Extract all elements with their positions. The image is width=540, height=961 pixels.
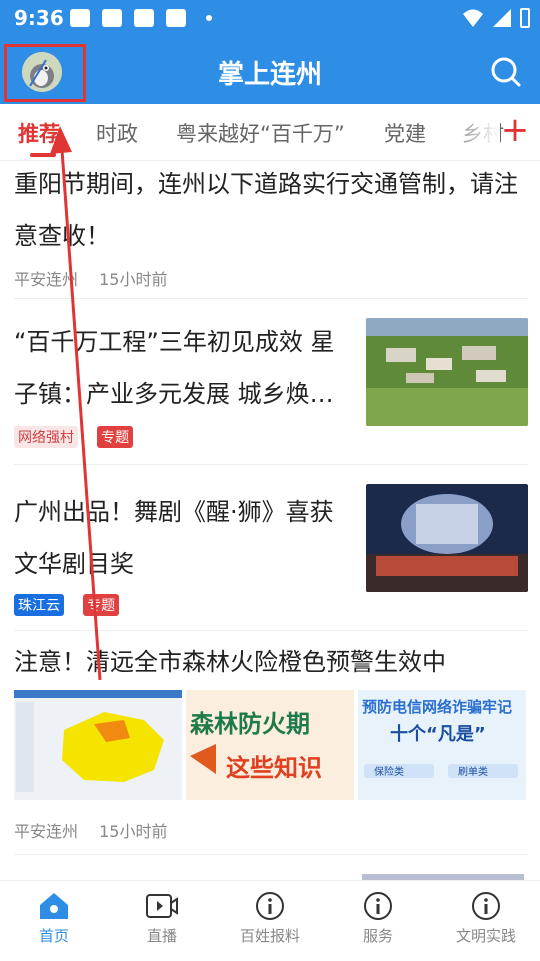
- article-title: 广州出品！舞剧《醒·狮》喜获文华剧目奖: [14, 498, 334, 578]
- app-notification-icon: [102, 9, 122, 27]
- article-tags: 珠江云 专题: [14, 594, 528, 616]
- battery-icon: [520, 8, 530, 28]
- more-notifications-icon: [206, 15, 212, 21]
- live-video-icon: [146, 894, 178, 918]
- nav-label: 百姓报料: [239, 927, 300, 945]
- info-icon: [256, 892, 284, 920]
- article-thumbnail: [366, 318, 528, 426]
- list-item[interactable]: 广州出品！舞剧《醒·狮》喜获文华剧目奖 珠江云 专题: [14, 466, 528, 631]
- tab-recommend[interactable]: 推荐: [18, 118, 60, 148]
- topic-tag: 专题: [97, 426, 134, 448]
- nav-label: 首页: [38, 927, 69, 945]
- info-icon: [472, 892, 500, 920]
- home-icon: [40, 893, 68, 919]
- nav-label: 直播: [146, 927, 177, 945]
- search-icon[interactable]: [490, 56, 522, 88]
- article-thumbnail: [366, 484, 528, 592]
- image-caption: 保险类: [374, 765, 404, 778]
- tag-label: 网络强村: [14, 426, 78, 448]
- nav-civilization[interactable]: 文明实践: [436, 891, 536, 946]
- fire-warning-map-image: [14, 690, 182, 800]
- nav-label: 文明实践: [455, 927, 516, 945]
- article-time: 15小时前: [99, 822, 168, 841]
- nav-home[interactable]: 首页: [4, 891, 104, 946]
- image-caption: 刷单类: [458, 765, 488, 778]
- info-icon: [364, 892, 392, 920]
- status-time: 9:36: [14, 6, 64, 30]
- list-item[interactable]: 注意！清远全市森林火险橙色预警生效中 森林防火期 这些知识 预防电信网络诈骗牢记…: [14, 632, 528, 855]
- status-bar: 9:36: [0, 0, 540, 36]
- tab-fade: [440, 104, 500, 160]
- nav-label: 服务: [362, 927, 393, 945]
- list-item[interactable]: 重阳节期间，连州以下道路实行交通管制，请注意查收！ 平安连州 15小时前: [14, 160, 528, 299]
- category-tabs: 推荐 时政 粤来越好“百千万” 党建 乡村 +: [0, 104, 540, 161]
- article-tags: 网络强村 专题: [14, 426, 528, 448]
- forest-fire-prevention-image: 森林防火期 这些知识: [186, 690, 354, 800]
- bottom-navigation: 首页 直播 百姓报料 服务 文明实践: [0, 880, 540, 961]
- app-header: 掌上连州: [0, 36, 540, 104]
- nav-report[interactable]: 百姓报料: [220, 891, 320, 946]
- active-tab-indicator: [30, 153, 56, 157]
- topic-tag: 专题: [83, 594, 120, 616]
- image-caption: 森林防火期: [190, 710, 310, 738]
- page-title: 掌上连州: [217, 60, 322, 90]
- tab-politics[interactable]: 时政: [96, 118, 138, 148]
- article-title: 注意！清远全市森林火险橙色预警生效中: [14, 648, 446, 676]
- image-notification-icon: [70, 9, 90, 27]
- image-caption: 预防电信网络诈骗牢记: [362, 698, 512, 716]
- wifi-icon: [463, 9, 483, 27]
- article-meta: 平安连州 15小时前: [14, 818, 183, 842]
- article-meta: 平安连州 15小时前: [14, 266, 528, 290]
- article-source: 平安连州: [14, 270, 79, 289]
- article-title: “百千万工程”三年初见成效 星子镇：产业多元发展 城乡焕…: [14, 328, 335, 408]
- add-tab-icon[interactable]: +: [500, 112, 530, 148]
- nav-live[interactable]: 直播: [112, 891, 212, 946]
- signal-icon: [493, 9, 511, 27]
- image-caption: 十个“凡是”: [390, 723, 486, 745]
- article-image-row: 森林防火期 这些知识 预防电信网络诈骗牢记 十个“凡是” 保险类 刷单类: [14, 690, 528, 800]
- nav-service[interactable]: 服务: [328, 891, 428, 946]
- list-item[interactable]: “百千万工程”三年初见成效 星子镇：产业多元发展 城乡焕… 网络强村 专题: [14, 300, 528, 465]
- article-title: 重阳节期间，连州以下道路实行交通管制，请注意查收！: [14, 170, 518, 250]
- tab-party-building[interactable]: 党建: [384, 118, 426, 148]
- image-caption: 这些知识: [226, 754, 322, 782]
- tab-baiqianwan[interactable]: 粤来越好“百千万”: [176, 118, 345, 148]
- app-notification-icon: [166, 9, 186, 27]
- app-notification-icon: [134, 9, 154, 27]
- article-time: 15小时前: [99, 270, 168, 289]
- anti-fraud-poster-image: 预防电信网络诈骗牢记 十个“凡是” 保险类 刷单类: [358, 690, 526, 800]
- source-tag: 珠江云: [14, 594, 64, 616]
- article-source: 平安连州: [14, 822, 79, 841]
